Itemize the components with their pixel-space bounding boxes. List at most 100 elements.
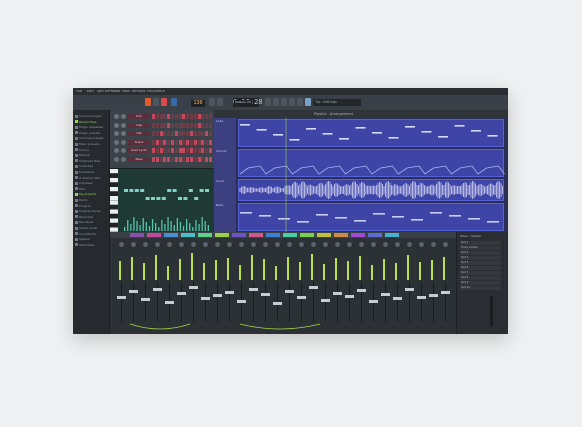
channel-volume-knob[interactable]	[114, 156, 119, 162]
step-button[interactable]	[174, 122, 178, 128]
step-button[interactable]	[163, 139, 167, 145]
mixer-insert-tab[interactable]	[351, 233, 365, 237]
step-button[interactable]	[178, 114, 182, 119]
step-button[interactable]	[159, 148, 163, 153]
piano-key[interactable]	[110, 196, 118, 201]
fx-slot[interactable]: Slot 5	[460, 261, 501, 265]
step-button[interactable]	[186, 114, 190, 119]
step-button[interactable]	[190, 114, 193, 119]
velocity-bar[interactable]	[192, 227, 194, 231]
piano-key[interactable]	[110, 214, 118, 219]
velocity-bar[interactable]	[173, 225, 175, 231]
channel-rack-button[interactable]	[289, 98, 295, 106]
step-button[interactable]	[171, 156, 174, 162]
piano-key[interactable]	[110, 218, 118, 223]
channel-pan-knob[interactable]	[121, 148, 126, 153]
browser-item[interactable]: Soundfonts	[79, 232, 96, 236]
step-button[interactable]	[190, 148, 193, 153]
step-button[interactable]	[163, 148, 167, 153]
browser-item[interactable]: Packs	[79, 198, 87, 202]
velocity-bar[interactable]	[148, 226, 151, 231]
step-button[interactable]	[197, 148, 201, 153]
stop-button[interactable]	[153, 98, 159, 106]
piano-key[interactable]	[110, 173, 118, 178]
browser-item[interactable]: My projects	[79, 192, 96, 196]
step-button[interactable]	[155, 131, 159, 136]
piano-key[interactable]	[110, 187, 118, 192]
mixer-insert-tab[interactable]	[385, 233, 399, 237]
velocity-bar[interactable]	[201, 217, 203, 231]
velocity-bar[interactable]	[145, 222, 147, 231]
step-button[interactable]	[163, 122, 167, 128]
piano-key[interactable]	[110, 169, 118, 174]
step-button[interactable]	[152, 131, 155, 136]
browser-item[interactable]: Projects bones	[79, 209, 101, 213]
velocity-bar[interactable]	[142, 218, 144, 231]
channel-pan-knob[interactable]	[121, 114, 126, 119]
channel-name-button[interactable]: Hat	[128, 131, 150, 136]
channel-volume-knob[interactable]	[114, 148, 119, 153]
step-button[interactable]	[155, 156, 159, 162]
browser-item[interactable]: Projects	[79, 204, 91, 208]
piano-note[interactable]	[161, 197, 166, 200]
browser-item[interactable]: Clipboard files	[79, 159, 100, 163]
step-button[interactable]	[190, 139, 193, 145]
channel-pan-knob[interactable]	[121, 156, 126, 162]
browser-item[interactable]: Collected	[79, 164, 93, 168]
channel-pan-knob[interactable]	[121, 122, 126, 128]
velocity-bar[interactable]	[133, 217, 135, 231]
step-button[interactable]	[159, 156, 163, 162]
step-button[interactable]	[159, 122, 163, 128]
step-button[interactable]	[186, 139, 190, 145]
step-button[interactable]	[190, 122, 193, 128]
channel-volume-knob[interactable]	[114, 131, 119, 136]
piano-note[interactable]	[167, 189, 172, 192]
piano-key[interactable]	[110, 182, 118, 187]
step-button[interactable]	[167, 131, 171, 136]
step-button[interactable]	[182, 131, 186, 136]
step-button[interactable]	[152, 114, 155, 119]
step-button[interactable]	[174, 148, 178, 153]
browser-item[interactable]: Misc	[79, 187, 86, 191]
browser-item[interactable]: Sliced audio	[79, 226, 97, 230]
step-button[interactable]	[171, 131, 174, 136]
piano-key[interactable]	[110, 178, 118, 183]
step-button[interactable]	[193, 131, 197, 136]
fx-slot[interactable]: Slot 8	[460, 276, 501, 280]
step-button[interactable]	[197, 156, 201, 162]
mixer-insert-tab[interactable]	[368, 233, 382, 237]
velocity-bar[interactable]	[161, 220, 163, 231]
browser-item[interactable]: Envelopes	[79, 170, 94, 174]
step-button[interactable]	[205, 148, 209, 153]
piano-note[interactable]	[205, 189, 209, 192]
step-button[interactable]	[182, 156, 186, 162]
step-button[interactable]	[155, 139, 159, 145]
channel-pan-knob[interactable]	[121, 139, 126, 145]
mixer-insert-tab[interactable]	[130, 233, 144, 237]
step-button[interactable]	[193, 148, 197, 153]
piano-note[interactable]	[188, 189, 193, 192]
velocity-bar[interactable]	[207, 225, 209, 231]
mixer-insert-tab[interactable]	[181, 233, 195, 237]
velocity-bar[interactable]	[136, 221, 138, 231]
piano-key[interactable]	[110, 209, 118, 214]
step-button[interactable]	[201, 114, 205, 119]
browser-item[interactable]: IL shared data	[79, 176, 100, 180]
step-button[interactable]	[197, 114, 201, 119]
step-button[interactable]	[178, 156, 182, 162]
step-button[interactable]	[155, 114, 159, 119]
step-button[interactable]	[209, 148, 212, 153]
channel-pan-knob[interactable]	[121, 131, 126, 136]
piano-key[interactable]	[110, 223, 118, 228]
step-button[interactable]	[201, 148, 205, 153]
velocity-bar[interactable]	[127, 220, 129, 231]
step-button[interactable]	[163, 114, 167, 119]
piano-note[interactable]	[199, 189, 204, 192]
step-button[interactable]	[159, 114, 163, 119]
mixer-insert-tab[interactable]	[249, 233, 263, 237]
step-button[interactable]	[193, 114, 197, 119]
step-button[interactable]	[163, 156, 167, 162]
velocity-bar[interactable]	[204, 221, 206, 231]
channel-volume-knob[interactable]	[114, 114, 119, 119]
step-button[interactable]	[201, 131, 205, 136]
